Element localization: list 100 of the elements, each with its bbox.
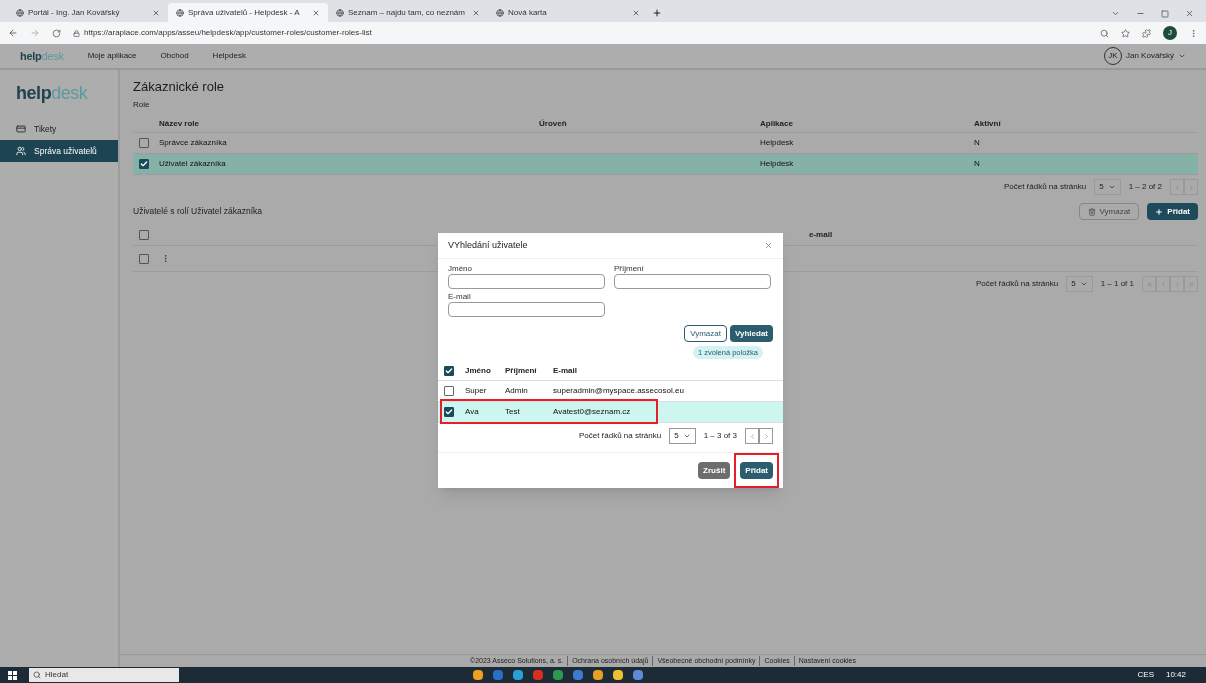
column-header: Jméno [465,365,491,375]
cancel-button[interactable]: Zrušit [698,462,731,480]
section-label: Role [133,99,151,111]
table-row[interactable]: Uživatel zákazníka Helpdesk N [133,154,1198,175]
taskbar-app-icon[interactable] [553,670,564,680]
nav-link[interactable]: Helpdesk [212,50,246,62]
row-menu-icon[interactable] [161,254,170,263]
bookmark-star-icon[interactable] [1121,28,1130,38]
windows-start-icon[interactable] [8,670,17,680]
table-cell: Avatest0@seznam.cz [553,407,631,417]
caret-icon[interactable] [1178,52,1186,60]
extensions-icon[interactable] [1142,28,1151,38]
next-page-icon[interactable] [759,428,773,445]
users-icon [16,146,26,156]
caret-icon [1079,280,1088,288]
field-label: E-mail [448,291,472,302]
browser-tab[interactable]: Seznam – najdu tam, co neznám [328,3,488,22]
taskbar-app-icon[interactable] [473,670,484,680]
checkbox[interactable] [139,229,149,240]
rows-per-page-label: Počet řádků na stránku [1003,181,1087,193]
page-range: 1 – 1 of 1 [1100,278,1134,290]
checkbox[interactable] [444,386,454,397]
table-cell: Test [505,407,520,417]
nav-link[interactable]: Moje aplikace [87,50,137,62]
add-button[interactable]: Přidat [740,462,773,480]
trash-icon [1087,207,1096,216]
close-icon[interactable] [1185,9,1194,18]
page-range: 1 – 3 of 3 [703,430,737,443]
helpdesk-logo: helpdesk [16,83,88,103]
taskbar-app-icon[interactable] [593,670,604,680]
language-indicator[interactable]: CES [1137,669,1154,681]
column-header: e-mail [809,229,833,239]
table-cell: N [974,138,980,147]
page-title: Zákaznické role [133,80,226,93]
checkbox[interactable] [139,138,149,148]
taskbar-app-icon[interactable] [633,670,644,680]
globe-icon [496,8,504,17]
taskbar-app-icon[interactable] [513,670,524,680]
globe-icon [16,8,24,17]
search-button[interactable]: Vyhledat [729,325,773,342]
dialog-title: VYhledání uživatele [448,238,529,252]
column-header: Aplikace [760,117,793,130]
highlight-annotation [734,453,779,489]
search-icon [33,671,41,679]
close-icon[interactable] [472,8,480,17]
menu-icon[interactable] [1189,28,1198,38]
table-cell: N [974,159,980,168]
page-size-select[interactable]: 5 [1066,276,1093,292]
table-cell: Správce zákazníka [159,138,227,147]
input-field[interactable] [448,302,605,317]
input-field[interactable] [448,274,605,289]
clock-time[interactable]: 10:42 [1165,669,1198,681]
profile-avatar[interactable]: J [1163,26,1177,40]
nav-link[interactable]: Obchod [160,50,189,62]
page-size-select[interactable]: 5 [669,428,696,445]
maximize-icon[interactable] [1161,9,1169,18]
page-size-select[interactable]: 5 [1094,179,1121,195]
column-header: Název role [159,117,200,130]
table-cell: Helpdesk [760,138,794,147]
close-icon[interactable] [152,8,160,17]
close-icon[interactable] [764,241,773,250]
checkbox[interactable] [444,365,454,376]
tab-search-icon[interactable] [1111,9,1120,18]
plus-icon [1155,207,1164,216]
back-icon[interactable] [8,28,18,38]
zoom-icon[interactable] [1100,28,1109,38]
input-field[interactable] [614,274,771,289]
table-cell: Ava [465,407,479,417]
reload-icon[interactable] [52,28,61,38]
taskbar-search-field[interactable]: Hledat [29,668,179,682]
table-cell: Admin [505,386,528,396]
table-row[interactable]: Ava Test Avatest0@seznam.cz [438,402,783,424]
close-icon[interactable] [312,8,320,17]
checkbox[interactable] [139,159,149,169]
section-title: Uživatelé s rolí Uživatel zákazníka [133,205,263,218]
ticket-icon [16,124,26,134]
rows-per-page-label: Počet řádků na stránku [975,278,1059,290]
sidebar-item[interactable]: Správa uživatelů [0,140,118,162]
globe-icon [336,8,344,17]
browser-tab[interactable]: Správa uživatelů - Helpdesk - A [168,3,328,22]
close-icon[interactable] [632,8,640,17]
clear-button[interactable]: Vymazat [684,325,727,342]
sidebar-item[interactable]: Tikety [0,118,118,140]
clear-button[interactable]: Vymazat [1078,203,1140,220]
address-bar[interactable]: https://araplace.com/apps/asseu/helpdesk/app/customer-roles/customer-roles-list [73,27,1088,39]
checkbox[interactable] [444,407,454,418]
previous-page-icon[interactable] [745,428,759,445]
browser-tab[interactable]: Portál - Ing. Jan Kovářský [8,3,168,22]
checkbox[interactable] [139,253,149,264]
taskbar-app-icon[interactable] [613,670,624,680]
table-cell: Uživatel zákazníka [159,159,226,168]
user-menu[interactable]: JK Jan Kovářský [1103,47,1186,65]
table-cell: Super [465,386,487,396]
add-button[interactable]: Přidat [1147,203,1198,220]
browser-tab[interactable]: Nová karta [488,3,648,22]
rows-per-page-label: Počet řádků na stránku [578,430,662,443]
helpdesk-logo: helpdesk [20,50,64,62]
new-tab-icon[interactable] [652,8,662,18]
column-header: Aktivní [974,117,1001,130]
taskbar-app-icon[interactable] [573,670,584,680]
